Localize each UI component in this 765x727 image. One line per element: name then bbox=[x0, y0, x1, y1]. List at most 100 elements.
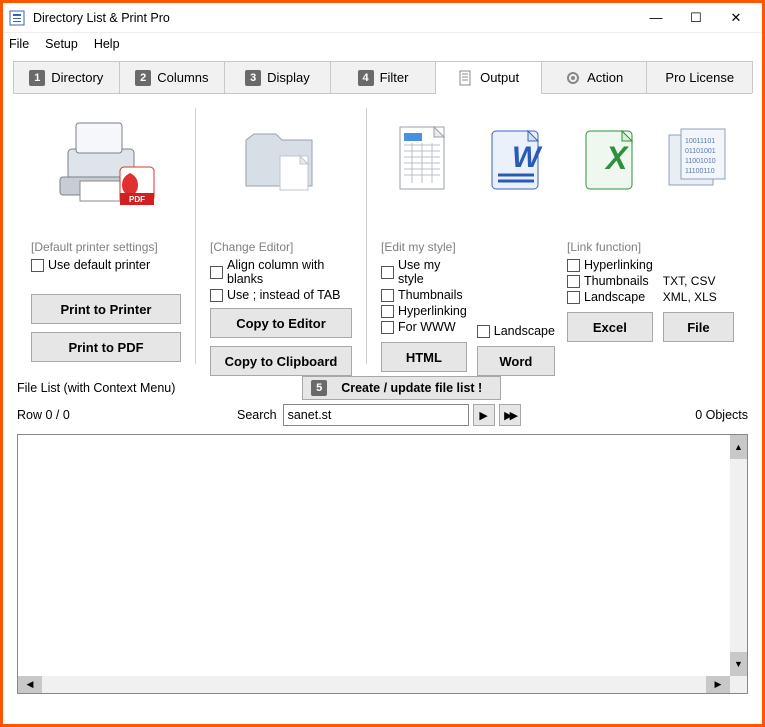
tab-action[interactable]: Action bbox=[541, 61, 648, 93]
horizontal-scrollbar[interactable]: ◀ ▶ bbox=[18, 676, 730, 693]
excel-button[interactable]: Excel bbox=[567, 312, 653, 342]
use-semicolon-checkbox[interactable]: Use ; instead of TAB bbox=[210, 288, 352, 302]
editor-group-label: [Change Editor] bbox=[210, 240, 352, 254]
tab-label: Columns bbox=[157, 70, 208, 85]
checkbox-icon bbox=[381, 266, 394, 279]
tab-number: 3 bbox=[245, 70, 261, 86]
menu-setup[interactable]: Setup bbox=[45, 37, 78, 51]
copy-to-editor-button[interactable]: Copy to Editor bbox=[210, 308, 352, 338]
align-column-checkbox[interactable]: Align column with blanks bbox=[210, 258, 352, 286]
checkbox-icon bbox=[567, 275, 580, 288]
file-button[interactable]: File bbox=[663, 312, 734, 342]
svg-text:11100110: 11100110 bbox=[685, 168, 715, 175]
svg-text:X: X bbox=[604, 140, 629, 176]
tab-filter[interactable]: 4 Filter bbox=[330, 61, 437, 93]
tab-output[interactable]: Output bbox=[435, 61, 542, 93]
printer-column: PDF [Default printer settings] Use defau… bbox=[17, 104, 195, 368]
tab-label: Output bbox=[480, 70, 519, 85]
html-button[interactable]: HTML bbox=[381, 342, 467, 372]
checkbox-icon bbox=[567, 291, 580, 304]
printer-group-label: [Default printer settings] bbox=[31, 240, 181, 254]
row-counter: Row 0 / 0 bbox=[17, 408, 237, 422]
checkbox-label: Use ; instead of TAB bbox=[227, 288, 340, 302]
tab-columns[interactable]: 2 Columns bbox=[119, 61, 226, 93]
checkbox-icon bbox=[567, 259, 580, 272]
checkbox-icon bbox=[210, 289, 223, 302]
copy-to-clipboard-button[interactable]: Copy to Clipboard bbox=[210, 346, 352, 376]
link-hyperlinking-checkbox[interactable]: Hyperlinking bbox=[567, 258, 653, 272]
scroll-up-icon: ▲ bbox=[730, 435, 747, 459]
window-title: Directory List & Print Pro bbox=[33, 11, 636, 25]
file-binary-icon: 10011101 01101001 11001010 11100110 bbox=[663, 110, 734, 210]
document-icon bbox=[458, 70, 474, 86]
close-button[interactable]: ✕ bbox=[716, 4, 756, 32]
tab-number: 2 bbox=[135, 70, 151, 86]
scroll-left-icon: ◀ bbox=[18, 676, 42, 693]
file-list-label: File List (with Context Menu) bbox=[17, 381, 175, 395]
use-default-printer-checkbox[interactable]: Use default printer bbox=[31, 258, 181, 272]
checkbox-icon bbox=[477, 325, 490, 338]
tab-label: Filter bbox=[380, 70, 409, 85]
link-column: X [Link function] Hyperlinking Thumbnail… bbox=[553, 104, 748, 368]
checkbox-label: Align column with blanks bbox=[227, 258, 352, 286]
checkbox-label: Hyperlinking bbox=[398, 304, 467, 318]
svg-text:01101001: 01101001 bbox=[685, 148, 716, 155]
file-list-view[interactable]: ▲ ▼ ◀ ▶ bbox=[17, 434, 748, 694]
checkbox-icon bbox=[210, 266, 223, 279]
step-number: 5 bbox=[311, 380, 327, 396]
minimize-button[interactable]: — bbox=[636, 4, 676, 32]
scroll-down-icon: ▼ bbox=[730, 652, 747, 676]
create-update-file-list-button[interactable]: 5 Create / update file list ! bbox=[302, 376, 501, 400]
html-doc-icon bbox=[381, 110, 467, 210]
checkbox-label: Thumbnails bbox=[398, 288, 463, 302]
print-to-pdf-button[interactable]: Print to PDF bbox=[31, 332, 181, 362]
checkbox-label: Hyperlinking bbox=[584, 258, 653, 272]
checkbox-label: Thumbnails bbox=[584, 274, 649, 288]
printer-icon: PDF bbox=[31, 110, 181, 210]
tab-label: Display bbox=[267, 70, 310, 85]
thumbnails-checkbox[interactable]: Thumbnails bbox=[381, 288, 467, 302]
for-www-checkbox[interactable]: For WWW bbox=[381, 320, 467, 334]
search-input[interactable] bbox=[283, 404, 469, 426]
word-button[interactable]: Word bbox=[477, 346, 555, 376]
checkbox-icon bbox=[31, 259, 44, 272]
svg-text:PDF: PDF bbox=[129, 195, 145, 204]
svg-text:11001010: 11001010 bbox=[685, 158, 716, 165]
word-icon: W bbox=[477, 110, 555, 210]
checkbox-label: Landscape bbox=[584, 290, 645, 304]
print-to-printer-button[interactable]: Print to Printer bbox=[31, 294, 181, 324]
link-landscape-checkbox[interactable]: Landscape bbox=[567, 290, 653, 304]
checkbox-label: For WWW bbox=[398, 320, 456, 334]
tab-directory[interactable]: 1 Directory bbox=[13, 61, 120, 93]
svg-text:10011101: 10011101 bbox=[685, 138, 715, 145]
hyperlinking-checkbox[interactable]: Hyperlinking bbox=[381, 304, 467, 318]
checkbox-label: Use default printer bbox=[48, 258, 150, 272]
file-list-bar: File List (with Context Menu) 5 Create /… bbox=[3, 376, 762, 400]
maximize-button[interactable]: ☐ bbox=[676, 4, 716, 32]
tab-number: 1 bbox=[29, 70, 45, 86]
app-icon bbox=[9, 10, 25, 26]
checkbox-icon bbox=[381, 305, 394, 318]
fast-forward-icon: ▶▶ bbox=[504, 409, 515, 422]
play-icon: ▶ bbox=[479, 409, 487, 422]
objects-count: 0 Objects bbox=[695, 408, 748, 422]
menu-file[interactable]: File bbox=[9, 37, 29, 51]
search-next-button[interactable]: ▶ bbox=[473, 404, 495, 426]
checkbox-label: Landscape bbox=[494, 324, 555, 338]
menu-help[interactable]: Help bbox=[94, 37, 120, 51]
tab-display[interactable]: 3 Display bbox=[224, 61, 331, 93]
style-column: [Edit my style] Use my style Thumbnails … bbox=[367, 104, 553, 368]
link-thumbnails-checkbox[interactable]: Thumbnails bbox=[567, 274, 653, 288]
svg-text:W: W bbox=[512, 141, 543, 174]
tab-pro-license[interactable]: Pro License bbox=[646, 61, 753, 93]
checkbox-icon bbox=[381, 289, 394, 302]
vertical-scrollbar[interactable]: ▲ ▼ bbox=[730, 435, 747, 676]
search-bar: Row 0 / 0 Search ▶ ▶▶ 0 Objects bbox=[3, 400, 762, 430]
tab-number: 4 bbox=[358, 70, 374, 86]
tab-label: Pro License bbox=[665, 70, 734, 85]
output-panel: PDF [Default printer settings] Use defau… bbox=[3, 94, 762, 376]
link-group-label: [Link function] bbox=[567, 240, 653, 254]
search-fast-forward-button[interactable]: ▶▶ bbox=[499, 404, 521, 426]
landscape-word-checkbox[interactable]: Landscape bbox=[477, 324, 555, 338]
use-my-style-checkbox[interactable]: Use my style bbox=[381, 258, 467, 286]
